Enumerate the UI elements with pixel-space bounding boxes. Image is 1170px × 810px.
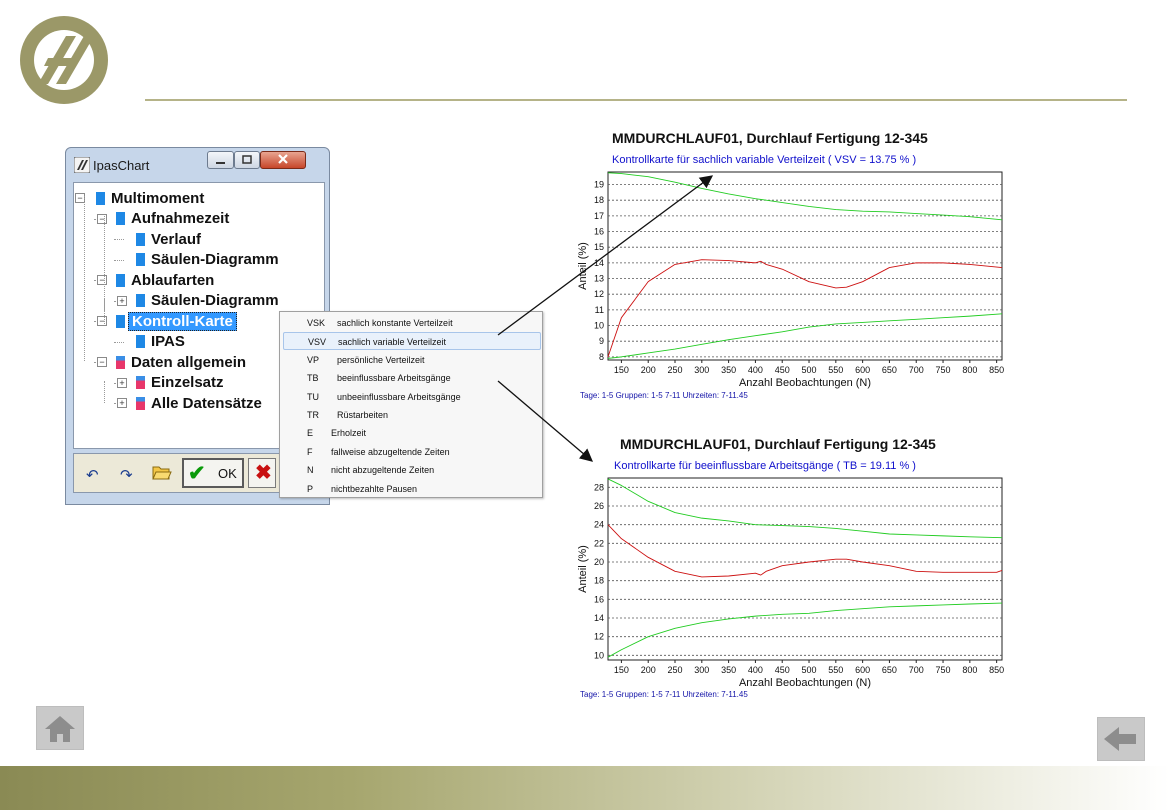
home-icon bbox=[45, 716, 75, 742]
annotation-arrows bbox=[497, 175, 714, 462]
back-arrow-icon bbox=[1104, 727, 1136, 751]
footer-band bbox=[0, 766, 1170, 810]
home-button[interactable] bbox=[36, 706, 84, 750]
back-button[interactable] bbox=[1097, 717, 1145, 761]
arrow-to-tb-chart bbox=[497, 380, 593, 462]
arrow-to-vsv-chart bbox=[497, 175, 714, 336]
